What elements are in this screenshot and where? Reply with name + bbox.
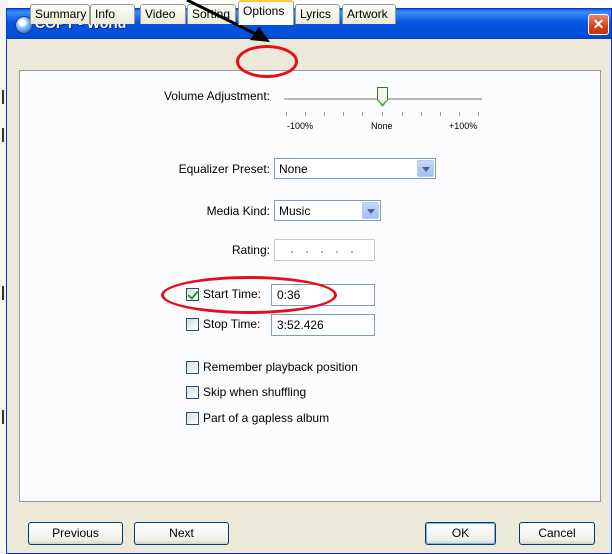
annotation-arrow [186,0,270,42]
tab-options[interactable]: Options [238,0,294,25]
